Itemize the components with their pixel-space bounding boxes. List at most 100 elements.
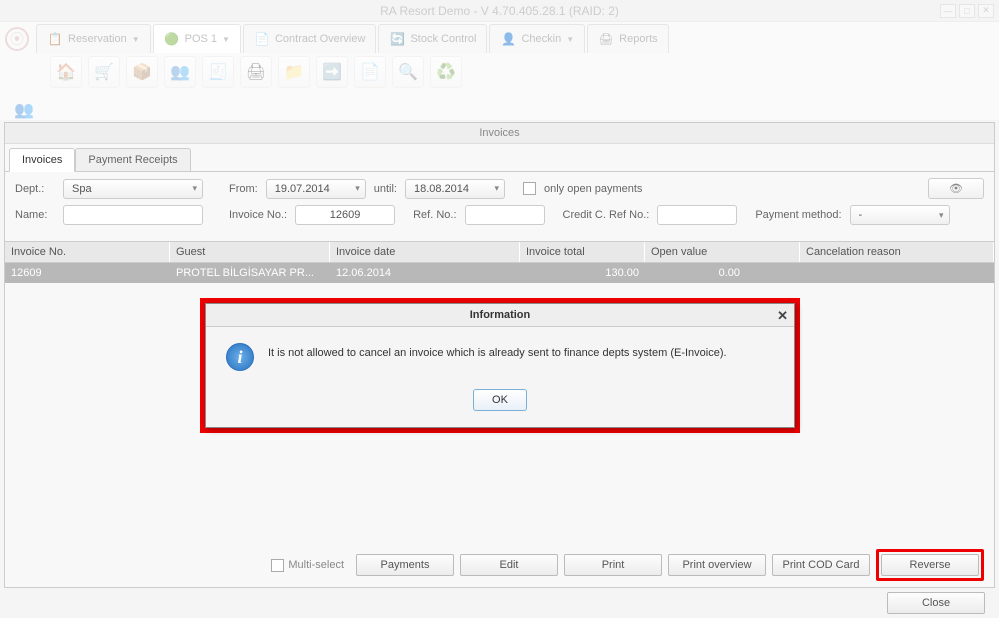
contract-icon: 📄 xyxy=(254,31,270,47)
modal-footer: OK xyxy=(206,381,794,427)
home-icon[interactable]: 🏠 xyxy=(50,56,82,88)
export-icon[interactable]: ➡️ xyxy=(316,56,348,88)
chevron-down-icon: ▼ xyxy=(222,35,230,44)
only-open-label: only open payments xyxy=(544,183,642,195)
tab-payment-receipts[interactable]: Payment Receipts xyxy=(75,148,190,172)
people-icon[interactable]: 👥 xyxy=(164,56,196,88)
close-icon[interactable]: ✕ xyxy=(777,308,788,324)
info-icon: i xyxy=(226,343,254,371)
until-date[interactable]: 18.08.2014 xyxy=(405,179,505,199)
accessibility-icon[interactable]: ⦿ xyxy=(5,27,29,51)
invoice-no-field[interactable]: 12609 xyxy=(295,205,395,225)
tab-label: Reservation xyxy=(68,33,127,45)
checkin-icon: 👤 xyxy=(500,31,516,47)
print-icon[interactable]: 🖨 xyxy=(240,56,272,88)
users-icon[interactable]: 👥 xyxy=(12,98,36,122)
outer-close-area: Close xyxy=(887,592,985,614)
tab-invoices[interactable]: Invoices xyxy=(9,148,75,172)
pay-method-label: Payment method: xyxy=(755,209,841,221)
reload-icon[interactable]: ♻️ xyxy=(430,56,462,88)
cart-icon[interactable]: 🛒 xyxy=(88,56,120,88)
invoice-no-label: Invoice No.: xyxy=(229,209,287,221)
filter-area: Dept.: Spa From: 19.07.2014 until: 18.08… xyxy=(5,172,994,237)
cell-date: 12.06.2014 xyxy=(330,263,520,283)
reverse-button[interactable]: Reverse xyxy=(881,554,979,576)
tab-reservation[interactable]: 📋 Reservation ▼ xyxy=(36,24,151,53)
minimize-icon[interactable]: — xyxy=(940,4,956,18)
payments-button[interactable]: Payments xyxy=(356,554,454,576)
tab-label: Contract Overview xyxy=(275,33,365,45)
bottom-button-bar: Multi-select Payments Edit Print Print o… xyxy=(15,549,984,581)
credit-ref-label: Credit C. Ref No.: xyxy=(563,209,650,221)
th-date[interactable]: Invoice date xyxy=(330,242,520,262)
sub-tabs: Invoices Payment Receipts xyxy=(5,144,994,172)
pay-method-dropdown[interactable]: - xyxy=(850,205,950,225)
reservation-icon: 📋 xyxy=(47,31,63,47)
modal-highlight: Information ✕ i It is not allowed to can… xyxy=(200,298,800,433)
close-button[interactable]: Close xyxy=(887,592,985,614)
box-icon[interactable]: 📦 xyxy=(126,56,158,88)
dept-label: Dept.: xyxy=(15,183,55,195)
window-titlebar: RA Resort Demo - V 4.70.405.28.1 (RAID: … xyxy=(0,0,999,22)
th-invoice-no[interactable]: Invoice No. xyxy=(5,242,170,262)
icon-toolbar: 🏠 🛒 📦 👥 🧾 🖨 📁 ➡️ 📄 🔍 ♻️ xyxy=(0,52,999,92)
th-open[interactable]: Open value xyxy=(645,242,800,262)
table-row[interactable]: 12609 PROTEL BİLGİSAYAR PR... 12.06.2014… xyxy=(5,263,994,283)
tab-checkin[interactable]: 👤 Checkin ▼ xyxy=(489,24,585,53)
cell-total: 130.00 xyxy=(520,263,645,283)
tab-stock[interactable]: 🔄 Stock Control xyxy=(378,24,487,53)
modal-title-text: Information xyxy=(470,309,531,321)
panel-title: Invoices xyxy=(5,123,994,144)
dept-dropdown[interactable]: Spa xyxy=(63,179,203,199)
th-total[interactable]: Invoice total xyxy=(520,242,645,262)
reverse-highlight: Reverse xyxy=(876,549,984,581)
receipt-icon[interactable]: 🧾 xyxy=(202,56,234,88)
multi-select-group: Multi-select xyxy=(271,559,344,572)
ref-no-label: Ref. No.: xyxy=(413,209,456,221)
name-field[interactable] xyxy=(63,205,203,225)
modal-message: It is not allowed to cancel an invoice w… xyxy=(268,343,727,359)
th-cancel[interactable]: Cancelation reason xyxy=(800,242,994,262)
ref-no-field[interactable] xyxy=(465,205,545,225)
tab-pos[interactable]: 🟢 POS 1 ▼ xyxy=(153,24,241,53)
from-label: From: xyxy=(229,183,258,195)
close-window-icon[interactable]: ✕ xyxy=(978,4,994,18)
tab-label: Checkin xyxy=(521,33,561,45)
name-label: Name: xyxy=(15,209,55,221)
table-header: Invoice No. Guest Invoice date Invoice t… xyxy=(5,241,994,263)
modal-titlebar: Information ✕ xyxy=(206,304,794,327)
maximize-icon[interactable]: □ xyxy=(959,4,975,18)
cell-invoice-no: 12609 xyxy=(5,263,170,283)
invoice-table: Invoice No. Guest Invoice date Invoice t… xyxy=(5,241,994,283)
main-tab-bar: ⦿ 📋 Reservation ▼ 🟢 POS 1 ▼ 📄 Contract O… xyxy=(0,22,999,52)
pos-icon: 🟢 xyxy=(164,31,180,47)
multi-select-checkbox[interactable] xyxy=(271,559,284,572)
reports-icon: 🖨 xyxy=(598,31,614,47)
search-icon[interactable]: 🔍 xyxy=(392,56,424,88)
print-cod-button[interactable]: Print COD Card xyxy=(772,554,870,576)
cell-open: 0.00 xyxy=(645,263,800,283)
credit-ref-field[interactable] xyxy=(657,205,737,225)
modal-body: i It is not allowed to cancel an invoice… xyxy=(206,327,794,381)
refresh-button[interactable]: 👁 xyxy=(928,178,984,199)
stock-icon: 🔄 xyxy=(389,31,405,47)
from-date[interactable]: 19.07.2014 xyxy=(266,179,366,199)
new-icon[interactable]: 📄 xyxy=(354,56,386,88)
until-label: until: xyxy=(374,183,397,195)
tab-contract[interactable]: 📄 Contract Overview xyxy=(243,24,376,53)
edit-button[interactable]: Edit xyxy=(460,554,558,576)
cell-cancel xyxy=(800,263,994,283)
cell-guest: PROTEL BİLGİSAYAR PR... xyxy=(170,263,330,283)
print-button[interactable]: Print xyxy=(564,554,662,576)
tab-label: POS 1 xyxy=(185,33,217,45)
tab-reports[interactable]: 🖨 Reports xyxy=(587,24,669,53)
tab-label: Reports xyxy=(619,33,658,45)
only-open-checkbox[interactable] xyxy=(523,182,536,195)
print-overview-button[interactable]: Print overview xyxy=(668,554,766,576)
ok-button[interactable]: OK xyxy=(473,389,527,411)
chevron-down-icon: ▼ xyxy=(132,35,140,44)
chevron-down-icon: ▼ xyxy=(566,35,574,44)
th-guest[interactable]: Guest xyxy=(170,242,330,262)
folder-icon[interactable]: 📁 xyxy=(278,56,310,88)
tab-label: Stock Control xyxy=(410,33,476,45)
